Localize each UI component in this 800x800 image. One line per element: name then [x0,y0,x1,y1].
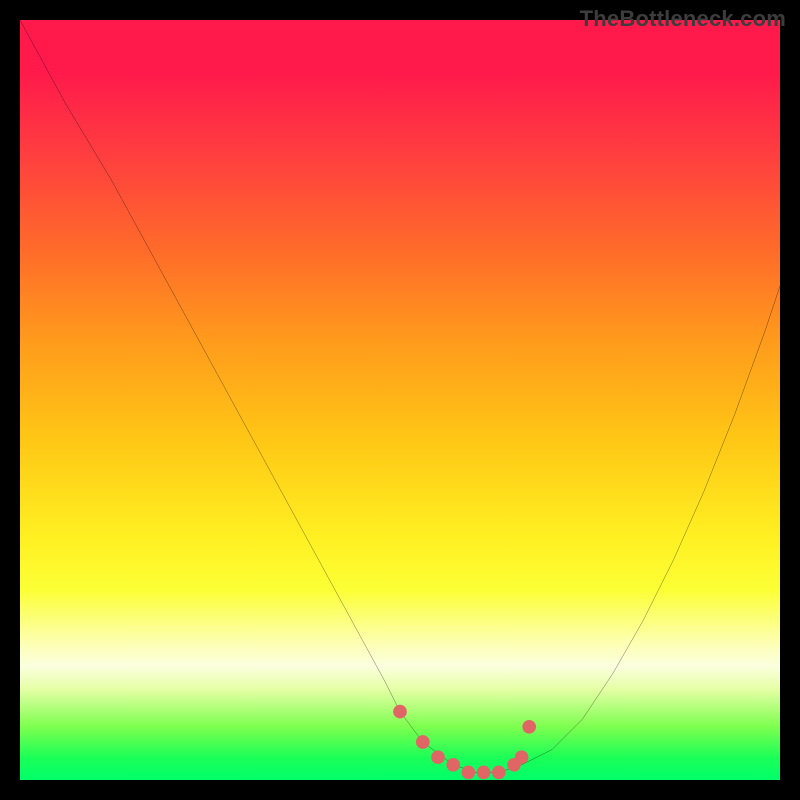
valley-marker-dot [492,766,506,780]
valley-marker-dot [446,758,460,772]
chart-svg [20,20,780,780]
valley-marker-dot [522,720,536,734]
valley-marker-dot [393,705,407,719]
valley-marker-group [393,705,536,779]
valley-marker-dot [477,766,491,780]
chart-stage: TheBottleneck.com [0,0,800,800]
valley-marker-dot [462,766,476,780]
valley-marker-dot [515,750,529,764]
bottleneck-curve-path [20,20,780,772]
valley-marker-dot [431,750,445,764]
valley-marker-dot [416,735,430,749]
